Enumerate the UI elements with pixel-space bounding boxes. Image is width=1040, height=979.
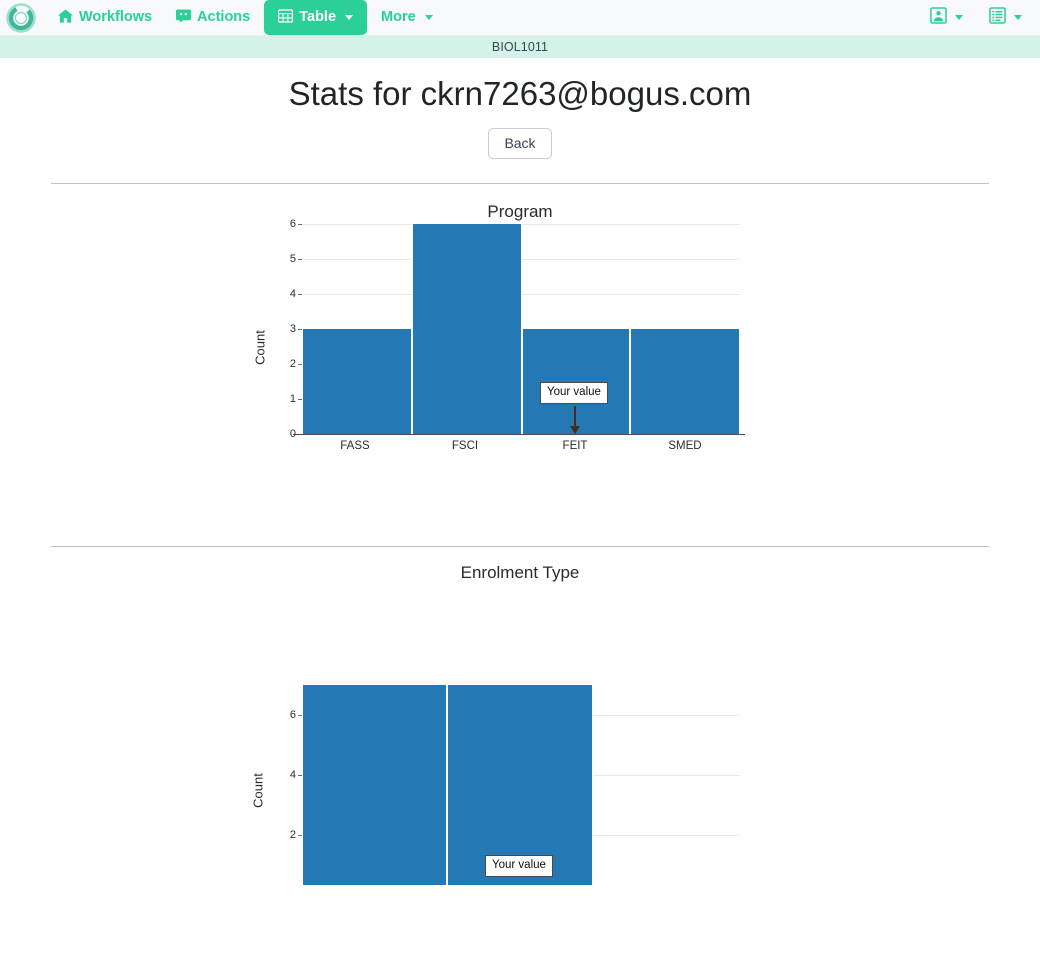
tickmark xyxy=(298,293,302,295)
annotation-arrow-stem xyxy=(574,405,576,428)
navbar-links: Workflows Actions Table More xyxy=(46,0,445,36)
section-divider-enrolment xyxy=(51,545,989,547)
user-card-menu[interactable] xyxy=(930,6,963,29)
ontask-ring-logo-icon[interactable] xyxy=(6,2,36,33)
chevron-down-icon xyxy=(1014,15,1022,20)
home-icon xyxy=(58,9,73,27)
ytick-label: 3 xyxy=(289,322,296,335)
chevron-down-icon xyxy=(424,15,433,20)
ytick-label: 1 xyxy=(289,392,296,405)
tickmark xyxy=(298,223,302,225)
chart-title-program: Program xyxy=(487,201,553,221)
chart-enrolment: Count 6 4 2 Your value xyxy=(0,583,1040,885)
nav-item-workflows[interactable]: Workflows xyxy=(46,1,164,35)
your-value-annotation-program: Your value xyxy=(540,381,608,404)
chart-title-enrolment: Enrolment Type xyxy=(460,562,580,582)
table-grid-icon xyxy=(278,9,294,27)
back-button-wrapper: Back xyxy=(0,127,1040,159)
bar-smed[interactable] xyxy=(630,328,740,434)
tickmark xyxy=(298,258,302,260)
annotation-arrow-head xyxy=(570,425,580,434)
chart-program-ylabel: Count xyxy=(252,330,268,365)
nav-item-table-label: Table xyxy=(299,9,337,26)
xtick-label: SMED xyxy=(668,439,702,452)
nav-item-actions[interactable]: Actions xyxy=(164,1,262,35)
chart-program: Count 6 5 4 3 2 1 0 Your value FASS FSCI… xyxy=(0,218,1040,522)
list-document-menu[interactable] xyxy=(989,6,1022,29)
nav-item-more-label: More xyxy=(381,9,416,26)
list-document-icon xyxy=(989,6,1006,29)
ytick-label: 2 xyxy=(289,357,296,370)
ytick-label: 2 xyxy=(289,828,296,841)
back-button[interactable]: Back xyxy=(488,127,552,159)
course-code-label: BIOL1011 xyxy=(491,40,549,54)
ytick-label: 4 xyxy=(289,287,296,300)
chart-program-xaxis xyxy=(293,433,745,435)
navbar-right-actions xyxy=(930,6,1030,29)
nav-item-table[interactable]: Table xyxy=(264,0,368,36)
xtick-label: FSCI xyxy=(451,439,479,452)
user-card-icon xyxy=(930,6,947,29)
bar-enrolment-1[interactable] xyxy=(302,684,447,885)
bar-fsci[interactable] xyxy=(412,223,522,434)
course-code-banner: BIOL1011 xyxy=(0,36,1040,58)
nav-item-workflows-label: Workflows xyxy=(79,9,153,26)
ytick-label: 4 xyxy=(289,768,296,781)
nav-item-more[interactable]: More xyxy=(369,2,445,33)
chevron-down-icon xyxy=(345,15,354,20)
main-navbar: Workflows Actions Table More xyxy=(0,0,1040,36)
section-divider-program xyxy=(51,182,989,184)
ytick-label: 6 xyxy=(289,217,296,230)
nav-item-actions-label: Actions xyxy=(197,9,251,26)
your-value-annotation-enrolment: Your value xyxy=(485,854,553,877)
ytick-label: 5 xyxy=(289,252,296,265)
page-title: Stats for ckrn7263@bogus.com xyxy=(288,75,752,112)
comment-icon xyxy=(176,9,192,27)
xtick-label: FEIT xyxy=(562,439,588,452)
chevron-down-icon xyxy=(955,15,963,20)
bar-fass[interactable] xyxy=(302,328,412,434)
xtick-label: FASS xyxy=(340,439,370,452)
ytick-label: 6 xyxy=(289,708,296,721)
chart-enrolment-ylabel: Count xyxy=(250,773,266,808)
